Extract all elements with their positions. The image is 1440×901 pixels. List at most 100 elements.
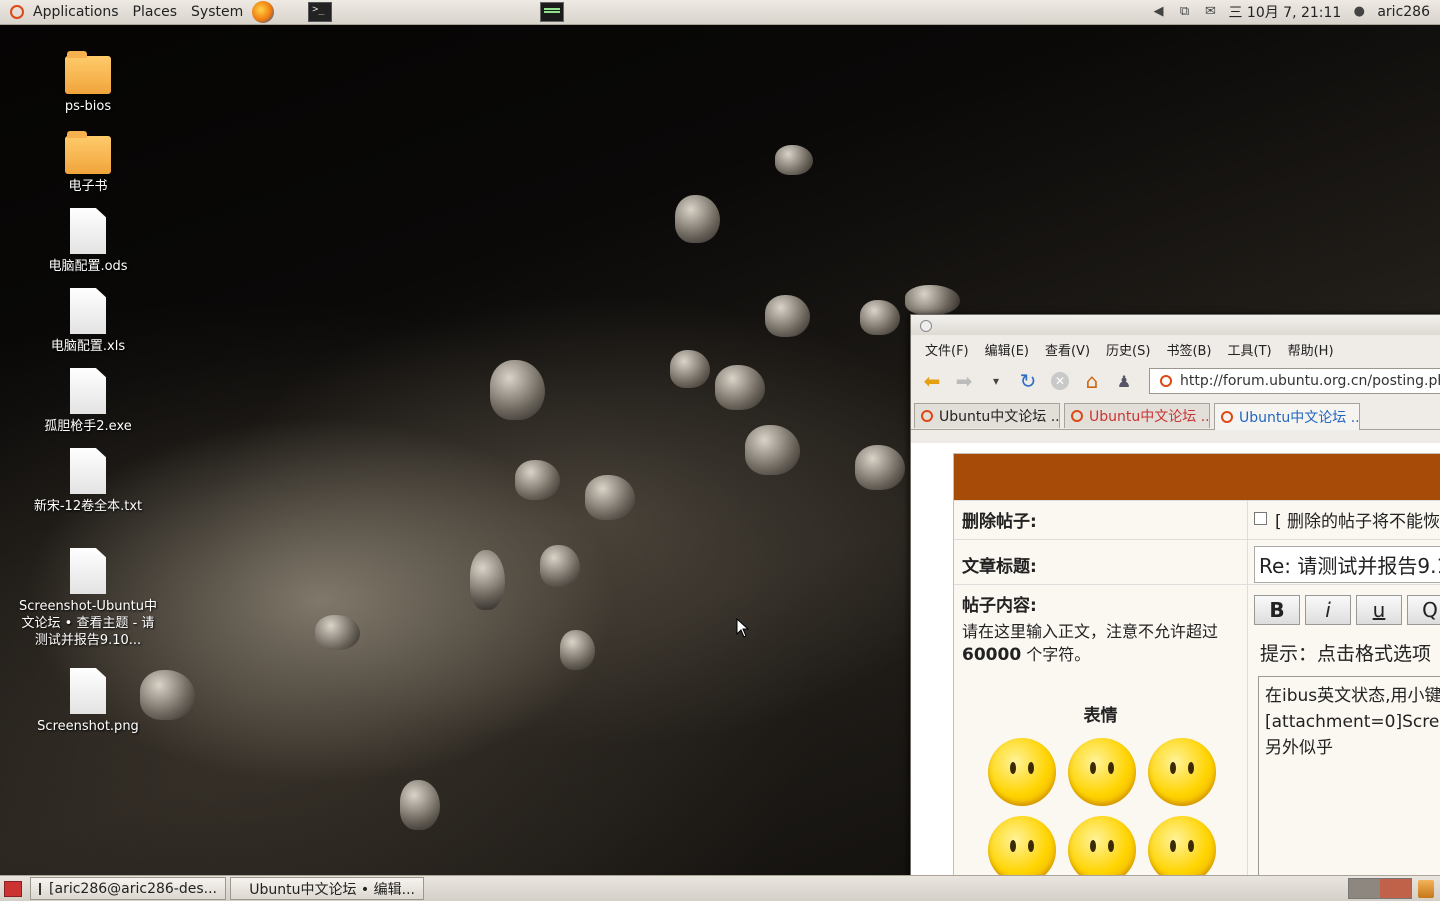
underline-button[interactable]: u [1356, 595, 1402, 625]
desktop-icon-label: Screenshot.png [18, 718, 158, 735]
tab-label: Ubuntu中文论坛 ... [1089, 406, 1210, 426]
desktop-icon-label: 电子书 [18, 178, 158, 195]
message-hint-suffix: 个字符。 [1026, 645, 1090, 664]
wallpaper-rock [400, 780, 440, 830]
sweat-emoticon-icon[interactable] [1148, 816, 1216, 877]
menu-tools[interactable]: 工具(T) [1220, 340, 1280, 359]
document-icon [70, 448, 106, 494]
clock[interactable]: 三 10月 7, 21:11 [1228, 2, 1341, 22]
desktop-file-screenshot-forum[interactable]: Screenshot-Ubuntu中文论坛 • 查看主题 - 请测试并报告9.1… [18, 548, 158, 649]
window-titlebar[interactable] [911, 315, 1440, 335]
message-line: 另外似乎 [1265, 735, 1440, 761]
system-menu[interactable]: System [184, 0, 250, 24]
wink-emoticon-icon[interactable] [1148, 738, 1216, 806]
desktop-folder-ps-bios[interactable]: ps-bios [18, 56, 158, 115]
giggle-emoticon-icon[interactable] [988, 816, 1056, 877]
delete-post-field: [ 删除的帖子将不能恢复 [1248, 501, 1440, 539]
desktop-file-xls[interactable]: 电脑配置.xls [18, 288, 158, 355]
desktop-folder-ebooks[interactable]: 电子书 [18, 136, 158, 195]
chevron-down-icon[interactable]: ▾ [983, 368, 1009, 394]
menu-view[interactable]: 查看(V) [1037, 340, 1098, 359]
italic-button[interactable]: i [1305, 595, 1351, 625]
workspace-1[interactable] [1349, 879, 1380, 898]
taskbar-terminal[interactable]: [aric286@aric286-des... [30, 877, 226, 900]
terminal-icon [39, 883, 41, 895]
penguin-addon-icon[interactable]: ♟ [1111, 368, 1137, 394]
delete-post-row: 删除帖子: [ 删除的帖子将不能恢复 [954, 500, 1440, 539]
desktop-file-exe[interactable]: 孤胆枪手2.exe [18, 368, 158, 435]
taskbar-firefox[interactable]: Ubuntu中文论坛 • 编辑... [230, 877, 424, 900]
site-favicon-icon [1160, 375, 1172, 387]
form-header-bar [954, 454, 1440, 500]
wallpaper-rock [765, 295, 810, 337]
workspace-switcher[interactable] [1348, 878, 1412, 899]
tab-favicon-icon [1071, 410, 1083, 422]
bottom-panel: [aric286@aric286-des... Ubuntu中文论坛 • 编辑.… [0, 875, 1440, 901]
desktop-icon-label: 电脑配置.xls [18, 338, 158, 355]
format-tip: 提示：点击格式选项 [1260, 639, 1440, 666]
menu-history[interactable]: 历史(S) [1098, 340, 1158, 359]
bold-button[interactable]: B [1254, 595, 1300, 625]
applications-menu[interactable]: Applications [26, 0, 126, 24]
firefox-launcher-icon[interactable] [252, 1, 274, 23]
stop-button[interactable]: ✕ [1047, 368, 1073, 394]
wallpaper-rock [515, 460, 560, 500]
wallpaper-rock [315, 615, 360, 650]
window-close-button[interactable] [920, 320, 932, 332]
menu-file[interactable]: 文件(F) [917, 340, 977, 359]
back-arrow-icon[interactable]: ⬅ [919, 368, 945, 394]
message-editor: BiuQ 提示：点击格式选项 在ibus英文状态,用小键 [attachment… [1248, 585, 1440, 877]
firefox-window: 文件(F) 编辑(E) 查看(V) 历史(S) 书签(B) 工具(T) 帮助(H… [910, 314, 1440, 878]
tab-label: Ubuntu中文论坛 ... [1239, 407, 1360, 427]
delete-post-checkbox[interactable] [1254, 512, 1267, 525]
terminal-launcher-icon[interactable] [308, 2, 332, 22]
workspace-2[interactable] [1380, 879, 1411, 898]
chat-icon[interactable]: ● [1351, 4, 1367, 20]
tab-forum-2[interactable]: Ubuntu中文论坛 ... [1064, 403, 1210, 428]
home-icon[interactable]: ⌂ [1079, 368, 1105, 394]
document-icon [70, 288, 106, 334]
smile-emoticon-icon[interactable] [988, 738, 1056, 806]
tongue-emoticon-icon[interactable] [1068, 738, 1136, 806]
mail-icon[interactable]: ✉ [1202, 4, 1218, 20]
delete-post-label: 删除帖子: [954, 501, 1248, 539]
user-menu[interactable]: aric286 [1377, 4, 1430, 20]
tab-forum-1[interactable]: Ubuntu中文论坛 ... [914, 403, 1060, 428]
desktop-icon-label: 新宋-12卷全本.txt [18, 498, 158, 515]
subject-label: 文章标题: [954, 540, 1248, 584]
menu-bookmarks[interactable]: 书签(B) [1158, 340, 1219, 359]
reload-icon[interactable]: ↻ [1015, 368, 1041, 394]
wallpaper-rock [715, 365, 765, 410]
desktop-icon-label: Screenshot-Ubuntu中文论坛 • 查看主题 - 请测试并报告9.1… [18, 598, 158, 649]
url-bar[interactable]: http://forum.ubuntu.org.cn/posting.php [1149, 368, 1440, 394]
wallpaper-rock [560, 630, 595, 670]
show-desktop-icon[interactable] [4, 881, 22, 897]
message-textarea[interactable]: 在ibus英文状态,用小键 [attachment=0]Scre 另外似乎 [1258, 676, 1440, 877]
desktop-file-txt[interactable]: 新宋-12卷全本.txt [18, 448, 158, 515]
folder-icon [65, 136, 111, 174]
network-icon[interactable]: ⧉ [1176, 4, 1192, 20]
tab-forum-3[interactable]: Ubuntu中文论坛 ... [1214, 403, 1360, 430]
wallpaper-rock [675, 195, 720, 243]
desktop-file-ods[interactable]: 电脑配置.ods [18, 208, 158, 275]
wallpaper-rock [490, 360, 545, 420]
laugh-emoticon-icon[interactable] [1068, 816, 1136, 877]
trash-icon[interactable] [1418, 880, 1434, 898]
menu-help[interactable]: 帮助(H) [1280, 340, 1342, 359]
wallpaper-rock [855, 445, 905, 490]
desktop-file-screenshot-png[interactable]: Screenshot.png [18, 668, 158, 735]
message-hint: 请在这里输入正文，注意不允许超过 60000 个字符。 [962, 620, 1239, 667]
volume-icon[interactable]: ◀ [1150, 4, 1166, 20]
wallpaper-rock [540, 545, 580, 587]
wallpaper-rock [745, 425, 800, 475]
menu-edit[interactable]: 编辑(E) [977, 340, 1037, 359]
desktop-icon-label: 孤胆枪手2.exe [18, 418, 158, 435]
places-menu[interactable]: Places [126, 0, 185, 24]
forward-arrow-icon[interactable]: ➡ [951, 368, 977, 394]
subject-input[interactable]: Re: 请测试并报告9.10 [1254, 546, 1440, 583]
ubuntu-logo-icon [8, 3, 26, 21]
system-monitor-icon[interactable] [540, 2, 564, 22]
message-line: 在ibus英文状态,用小键 [1265, 683, 1440, 709]
document-icon [70, 208, 106, 254]
quote-button[interactable]: Q [1407, 595, 1440, 625]
